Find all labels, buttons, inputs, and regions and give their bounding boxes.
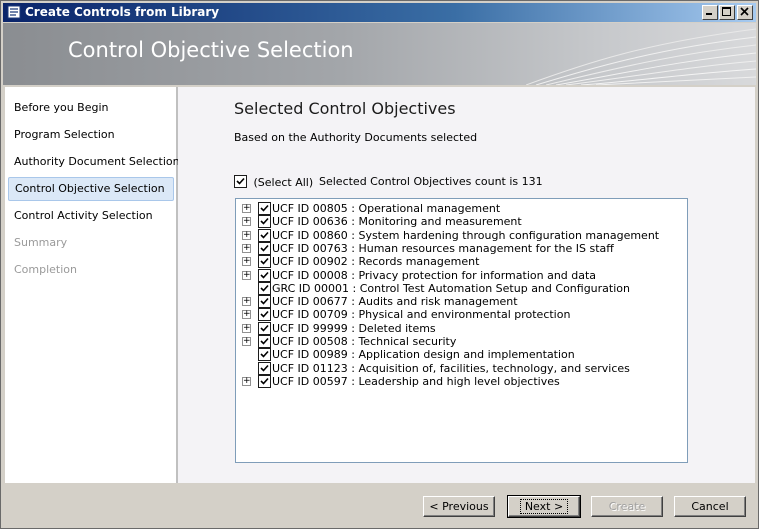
wizard-step-nav: Before you Begin Program Selection Autho… [5,87,180,483]
tree-item-checkbox[interactable] [258,321,271,335]
tree-item-label: UCF ID 00508 : Technical security [272,335,457,348]
tree-item-label: UCF ID 00860 : System hardening through … [272,228,660,242]
tree-item-checkbox[interactable] [258,255,271,269]
expand-plus-icon[interactable]: + [242,270,251,280]
close-button[interactable] [737,5,753,20]
wizard-footer: < Previous Next > Create Cancel [3,485,756,526]
banner-swirl-decoration [526,28,756,85]
expand-plus-icon[interactable]: + [242,204,251,213]
checkmark-icon [260,364,269,372]
checkmark-icon [260,337,269,345]
nav-item-summary: Summary [14,236,68,249]
header-banner: Control Objective Selection [3,23,756,85]
checkmark-icon [260,218,269,225]
tree-item-label: GRC ID 00001 : Control Test Automation S… [272,281,630,295]
tree-item-label: UCF ID 00677 : Audits and risk managemen… [272,295,518,309]
select-all-label: (Select All) [253,176,314,189]
tree-item-checkbox[interactable] [258,335,271,348]
checkmark-icon [260,311,269,319]
maximize-button[interactable] [719,5,735,20]
nav-item-authority-document-selection[interactable]: Authority Document Selection [8,150,180,174]
previous-button[interactable]: < Previous [423,496,495,517]
next-button[interactable]: Next > [507,495,581,518]
checkmark-icon [260,258,269,265]
select-all-checkbox[interactable]: (Select All) [234,175,313,189]
tree-item-checkbox[interactable] [258,308,271,322]
expand-plus-icon[interactable]: + [242,257,251,267]
checkmark-icon [260,324,269,332]
tree-item-label: UCF ID 99999 : Deleted items [272,321,436,335]
checkmark-icon [260,284,269,292]
selected-count-label: Selected Control Objectives count is 131 [319,175,543,188]
tree-item-label: UCF ID 00989 : Application design and im… [272,348,575,362]
tree-item-checkbox[interactable] [258,348,271,362]
select-all-check-box[interactable] [234,175,247,188]
previous-button-label: < Previous [429,500,489,513]
close-icon [740,7,749,16]
tree-item-checkbox[interactable] [258,374,271,388]
section-title: Selected Control Objectives [234,99,456,118]
tree-item-checkbox[interactable] [258,361,271,375]
nav-item-control-activity-selection[interactable]: Control Activity Selection [8,204,174,228]
tree-item-checkbox[interactable] [258,228,271,242]
next-button-label: Next > [519,499,569,514]
checkmark-icon [260,351,269,358]
tree-item-label: UCF ID 00805 : Operational management [272,202,501,215]
cancel-button-label: Cancel [691,500,729,513]
checkmark-icon [260,298,269,305]
title-bar[interactable]: Create Controls from Library [3,3,756,22]
expand-plus-icon[interactable]: + [242,217,251,227]
control-objectives-tree[interactable]: + UCF ID 00805 : Operational management + U… [235,198,688,463]
tree-item-checkbox[interactable] [258,215,271,229]
expand-plus-icon[interactable]: + [242,230,251,240]
checkmark-icon [260,231,269,239]
minimize-button[interactable] [702,5,718,20]
wizard-window: Create Controls from Library Control Obj… [0,0,759,529]
tree-item-label: UCF ID 00709 : Physical and environmenta… [272,308,571,322]
expand-plus-icon[interactable]: + [242,376,251,386]
window-title: Create Controls from Library [25,5,220,19]
checkmark-icon [236,177,245,185]
checkmark-icon [260,377,269,385]
tree-item-label: UCF ID 00763 : Human resources managemen… [272,241,614,255]
create-button: Create [591,496,663,517]
checkmark-icon [260,204,269,212]
tree-item-checkbox[interactable] [258,268,271,282]
nav-item-control-objective-selection[interactable]: Control Objective Selection [8,177,174,201]
tree-item-label: UCF ID 00902 : Records management [272,255,480,269]
nav-item-completion: Completion [14,263,78,276]
tree-item-label: UCF ID 00636 : Monitoring and measuremen… [272,215,522,229]
expand-plus-icon[interactable]: + [242,243,251,253]
page-title: Control Objective Selection [68,38,354,62]
cancel-button[interactable]: Cancel [674,496,746,517]
tree-item-label: UCF ID 00597 : Leadership and high level… [272,374,560,388]
nav-item-program-selection[interactable]: Program Selection [8,123,174,147]
app-icon [7,5,21,19]
main-panel: Selected Control Objectives Based on the… [178,87,755,483]
expand-plus-icon[interactable]: + [242,297,251,307]
expand-plus-icon[interactable]: + [242,323,251,333]
tree-item-checkbox[interactable] [258,295,271,309]
minimize-icon [706,13,712,15]
create-button-label: Create [608,500,646,513]
checkmark-icon [260,244,269,252]
checkmark-icon [260,271,269,279]
tree-item-label: UCF ID 01123 : Acquisition of, facilitie… [272,361,630,375]
nav-item-before-you-begin[interactable]: Before you Begin [8,96,174,120]
tree-item-checkbox[interactable] [258,202,271,215]
maximize-icon [722,7,731,16]
wizard-content: Before you Begin Program Selection Autho… [5,87,755,483]
tree-item-checkbox[interactable] [258,241,271,255]
expand-plus-icon[interactable]: + [242,310,251,320]
tree-item-label: UCF ID 00008 : Privacy protection for in… [272,268,597,282]
section-subtitle: Based on the Authority Documents selecte… [234,131,478,144]
tree-item-checkbox[interactable] [258,281,271,295]
expand-plus-icon[interactable]: + [242,337,251,346]
